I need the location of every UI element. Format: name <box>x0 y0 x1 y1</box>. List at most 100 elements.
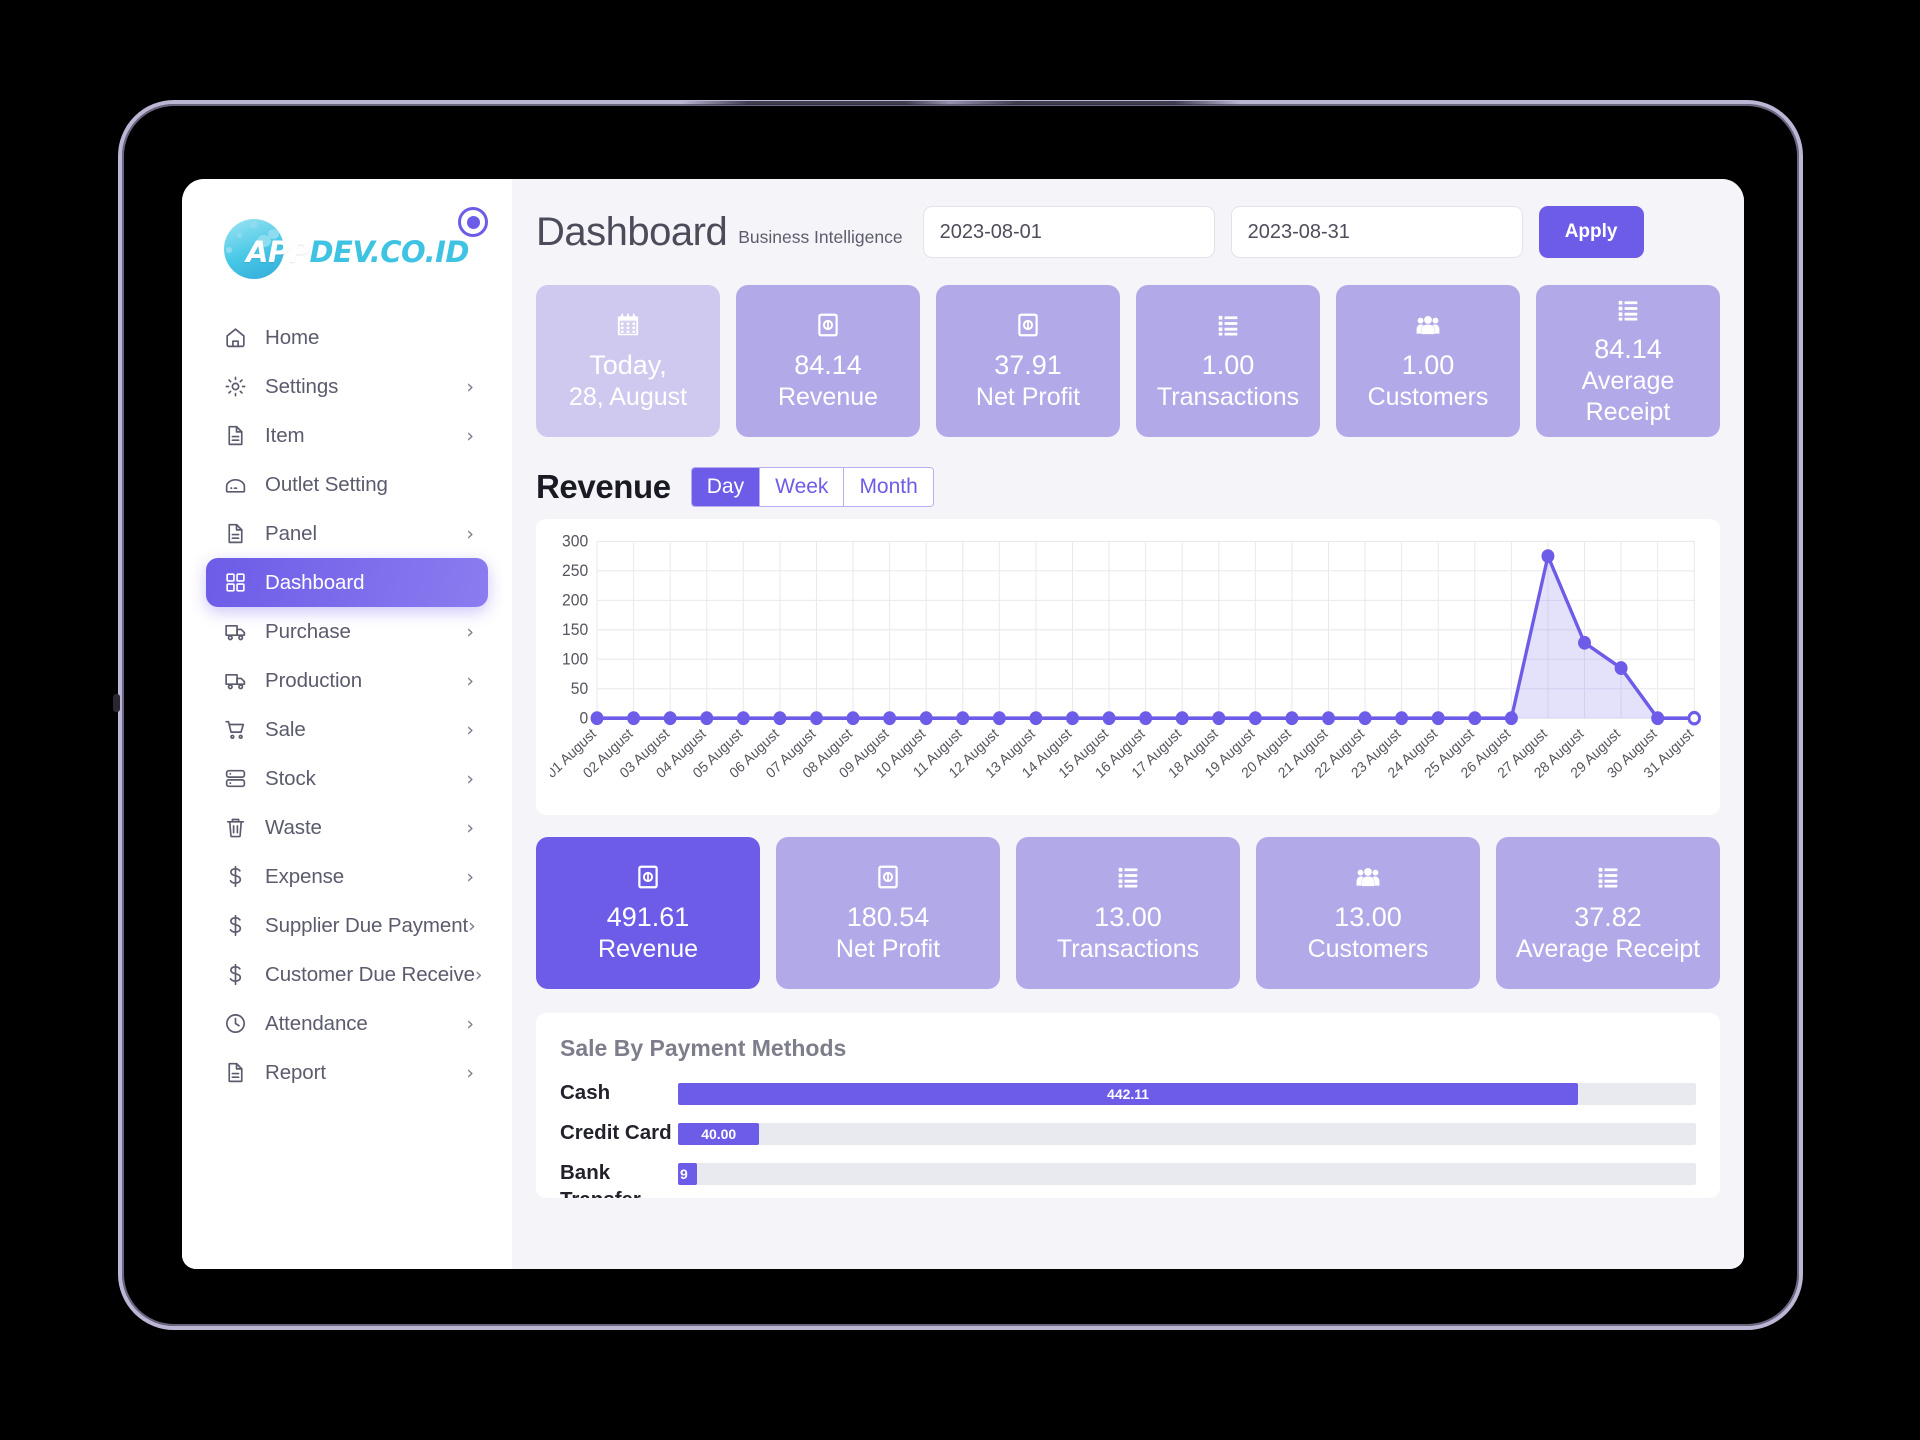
sidebar-item-dashboard[interactable]: Dashboard <box>206 558 488 607</box>
kpi-row-today: Today, 28, August 84.14 Revenue 37.91 Net Pro… <box>536 285 1720 437</box>
kpi-card-average-receipt[interactable]: 37.82 Average Receipt <box>1496 837 1720 989</box>
sidebar-item-panel[interactable]: Panel › <box>206 509 488 558</box>
power-button[interactable] <box>113 694 120 712</box>
sidebar-item-production[interactable]: Production › <box>206 656 488 705</box>
sidebar-item-sale[interactable]: Sale › <box>206 705 488 754</box>
sidebar-item-label: Waste <box>265 815 322 839</box>
sidebar-collapse-toggle[interactable] <box>458 207 488 237</box>
payment-method-value: 442.11 <box>1107 1086 1150 1102</box>
chevron-right-icon: › <box>474 963 483 986</box>
chevron-right-icon: › <box>466 1012 474 1035</box>
kpi-card-customers[interactable]: 1.00 Customers <box>1336 285 1520 437</box>
sidebar-item-label: Production <box>265 668 363 692</box>
sidebar-item-label: Sale <box>265 717 306 741</box>
truck-icon <box>222 668 248 694</box>
revenue-chart-card: 0 50 100 150 200 250 300 01 August 02 August 03 A… <box>536 519 1720 815</box>
sidebar-item-home[interactable]: Home <box>206 313 488 362</box>
svg-text:250: 250 <box>562 562 588 581</box>
range-button-week[interactable]: Week <box>760 468 845 506</box>
kpi-card-average-receipt[interactable]: 84.14 Average Receipt <box>1536 285 1720 437</box>
kpi-card-net-profit[interactable]: 37.91 Net Profit <box>936 285 1120 437</box>
dollar-icon <box>222 913 248 939</box>
cart-icon <box>222 717 248 743</box>
sidebar-item-report[interactable]: Report › <box>206 1048 488 1097</box>
logo-text-dev: DEV.CO.ID <box>309 235 469 269</box>
sidebar-item-outlet-setting[interactable]: Outlet Setting <box>206 460 488 509</box>
server-icon <box>222 766 248 792</box>
grid-icon <box>222 570 248 596</box>
chevron-right-icon: › <box>466 1061 474 1084</box>
kpi-label: Customers <box>1307 934 1429 963</box>
payment-methods-list: Cash 442.11 Credit Card 40.00 Bank Transfer 9 <box>560 1080 1696 1198</box>
kpi-card-transactions[interactable]: 1.00 Transactions <box>1136 285 1320 437</box>
sidebar-item-purchase[interactable]: Purchase › <box>206 607 488 656</box>
sidebar-item-customer-due-receive[interactable]: Customer Due Receive › <box>206 950 488 999</box>
chevron-right-icon: › <box>466 620 474 643</box>
topbar: Dashboard Business Intelligence 2023-08-… <box>536 201 1720 263</box>
document-icon <box>222 423 248 449</box>
sidebar-item-expense[interactable]: Expense › <box>206 852 488 901</box>
apply-button[interactable]: Apply <box>1538 206 1644 258</box>
date-to-input[interactable]: 2023-08-31 <box>1230 206 1523 258</box>
document-icon <box>222 1060 248 1086</box>
kpi-label: Average Receipt <box>1581 367 1675 426</box>
range-toggle-group: Day Week Month <box>690 467 934 507</box>
kpi-card-revenue[interactable]: 84.14 Revenue <box>736 285 920 437</box>
payment-method-track: 40.00 <box>678 1123 1696 1146</box>
kpi-value: 37.82 <box>1574 901 1642 932</box>
payment-method-value: 40.00 <box>701 1126 737 1143</box>
kpi-label: Net Profit <box>975 382 1081 411</box>
chevron-right-icon: › <box>466 375 474 398</box>
range-button-month[interactable]: Month <box>844 468 933 506</box>
kpi-label: Average Receipt <box>1515 934 1701 963</box>
payment-method-label: Credit Card <box>560 1121 672 1145</box>
logo-text: APPDEV.CO.ID <box>246 235 469 269</box>
kpi-label: Net Profit <box>835 934 941 963</box>
revenue-line-chart: 05010015020025030001 August02 August03 A… <box>550 533 1702 782</box>
chevron-right-icon: › <box>466 816 474 839</box>
truck-icon <box>222 619 248 645</box>
chevron-right-icon: › <box>466 522 474 545</box>
range-button-day[interactable]: Day <box>691 468 761 506</box>
sidebar-item-stock[interactable]: Stock › <box>206 754 488 803</box>
kpi-value: 13.00 <box>1094 901 1162 932</box>
sidebar-item-item[interactable]: Item › <box>206 411 488 460</box>
money-icon <box>814 310 842 340</box>
sidebar-item-label: Outlet Setting <box>265 472 388 496</box>
kpi-value: Today, <box>589 349 667 380</box>
kpi-label: Revenue <box>777 382 879 411</box>
chevron-right-icon: › <box>466 669 474 692</box>
kpi-value: 37.91 <box>994 349 1062 380</box>
payment-methods-title: Sale By Payment Methods <box>560 1035 847 1061</box>
sidebar-item-label: Report <box>265 1060 326 1084</box>
list-icon <box>1614 295 1642 324</box>
kpi-card-transactions[interactable]: 13.00 Transactions <box>1016 837 1240 989</box>
kpi-card-revenue[interactable]: 491.61 Revenue <box>536 837 760 989</box>
sidebar-item-label: Item <box>265 423 305 447</box>
payment-method-track: 442.11 <box>678 1083 1696 1105</box>
sidebar-item-settings[interactable]: Settings › <box>206 362 488 411</box>
money-icon <box>874 862 902 892</box>
money-icon <box>1014 310 1042 340</box>
svg-text:50: 50 <box>571 680 588 699</box>
payment-method-value: 9 <box>680 1166 688 1183</box>
kpi-label: 28, August <box>568 382 688 411</box>
sidebar-item-attendance[interactable]: Attendance › <box>206 999 488 1048</box>
app-logo: APPDEV.CO.ID <box>216 209 469 285</box>
svg-text:300: 300 <box>562 533 588 551</box>
chevron-right-icon: › <box>466 424 474 447</box>
kpi-value: 491.61 <box>606 901 690 932</box>
sidebar-item-waste[interactable]: Waste › <box>206 803 488 852</box>
sidebar-item-supplier-due-payment[interactable]: Supplier Due Payment › <box>206 901 488 950</box>
kpi-value: 180.54 <box>846 901 930 932</box>
date-from-input[interactable]: 2023-08-01 <box>922 206 1215 258</box>
svg-text:0: 0 <box>579 709 588 728</box>
dollar-icon <box>222 864 248 890</box>
sidebar-item-label: Expense <box>265 864 345 888</box>
document-icon <box>222 521 248 547</box>
payment-method-bar: 40.00 <box>678 1123 760 1146</box>
kpi-card-net-profit[interactable]: 180.54 Net Profit <box>776 837 1000 989</box>
kpi-card-customers[interactable]: 13.00 Customers <box>1256 837 1480 989</box>
kpi-row-period: 491.61 Revenue 180.54 Net Profit 13.00 Transa… <box>536 837 1720 989</box>
kpi-card-28-august[interactable]: Today, 28, August <box>536 285 720 437</box>
